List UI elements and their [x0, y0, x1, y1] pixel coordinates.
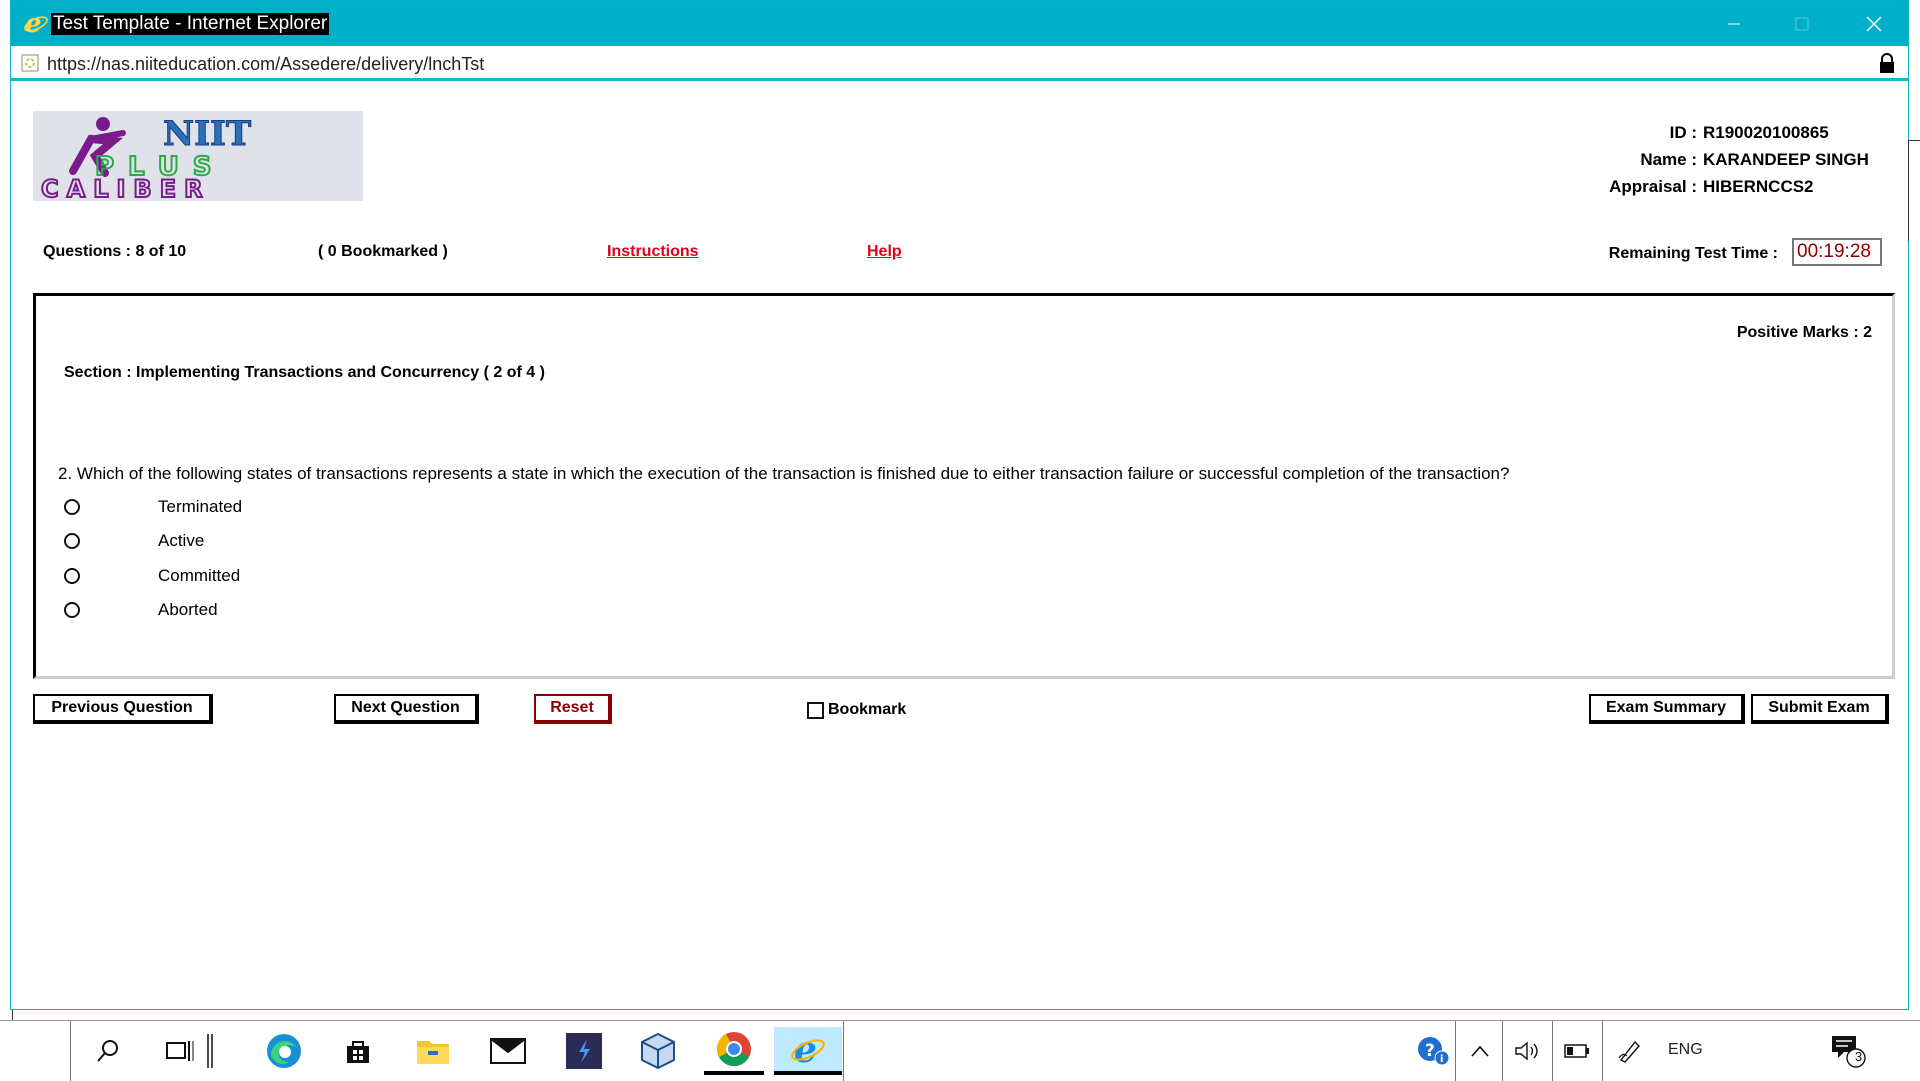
taskbar-separator	[70, 1021, 71, 1081]
speaker-icon	[1515, 1041, 1538, 1061]
internet-explorer-icon: e	[24, 10, 48, 36]
edge-browser-icon	[267, 1034, 301, 1068]
ie-window: e Test Template - Internet Explorer http…	[10, 0, 1909, 1010]
svg-text:CALIBER: CALIBER	[41, 175, 211, 201]
bookmarked-count: ( 0 Bookmarked )	[318, 243, 448, 260]
timer-label: Remaining Test Time :	[1608, 245, 1778, 262]
section-title: Section : Implementing Transactions and …	[64, 364, 545, 381]
candidate-info: ID : R190020100865 Name : KARANDEEP SINGH …	[1609, 119, 1878, 200]
taskbar-separator	[843, 1021, 844, 1081]
battery-icon	[1564, 1044, 1589, 1058]
option-active[interactable]: Active	[64, 526, 204, 556]
appraisal-value: HIBERNCCS2	[1703, 177, 1814, 196]
option-aborted[interactable]: Aborted	[64, 595, 218, 625]
tray-volume[interactable]	[1502, 1027, 1552, 1075]
niit-plus-caliber-logo: NIIT PLUS CALIBER	[33, 111, 363, 205]
positive-marks: Positive Marks : 2	[1736, 324, 1872, 341]
visual-studio-icon	[566, 1033, 602, 1069]
id-label: ID :	[1669, 123, 1697, 142]
address-bar[interactable]: https://nas.niiteducation.com/Assedere/d…	[11, 46, 1908, 81]
desktop-window-edge	[1908, 140, 1920, 241]
taskbar-divider	[200, 1027, 220, 1075]
option-label: Aborted	[158, 600, 218, 619]
taskbar-file-explorer[interactable]	[405, 1027, 461, 1075]
radio-button[interactable]	[64, 602, 80, 618]
taskbar-chrome[interactable]	[704, 1027, 764, 1075]
tray-battery[interactable]	[1552, 1027, 1602, 1075]
search-icon	[97, 1040, 118, 1062]
taskbar-mail[interactable]	[480, 1027, 536, 1075]
name-label: Name :	[1640, 150, 1697, 169]
name-value: KARANDEEP SINGH	[1703, 150, 1869, 169]
question-panel: Positive Marks : 2 Section : Implementin…	[33, 293, 1895, 679]
title-bar[interactable]: e Test Template - Internet Explorer	[11, 1, 1908, 46]
notification-count: 3	[1855, 1049, 1863, 1064]
help-info-icon: ? i	[1418, 1037, 1449, 1066]
question-text: 2. Which of the following states of tran…	[58, 464, 1510, 483]
window-title: Test Template - Internet Explorer	[51, 13, 330, 35]
pen-workspace-icon	[1618, 1040, 1640, 1063]
question-status-bar: Questions : 8 of 10 ( 0 Bookmarked ) Ins…	[11, 238, 1908, 271]
task-view-icon	[166, 1041, 194, 1061]
logo-graphic: NIIT PLUS CALIBER	[40, 114, 252, 205]
bookmark-toggle[interactable]: Bookmark	[807, 701, 906, 719]
taskbar-separator	[1455, 1021, 1456, 1081]
option-label: Active	[158, 531, 205, 550]
radio-button[interactable]	[64, 533, 80, 549]
maximize-button[interactable]	[1768, 1, 1836, 46]
close-icon	[1866, 16, 1882, 31]
instructions-link[interactable]: Instructions	[607, 243, 699, 261]
help-link[interactable]: Help	[867, 243, 902, 261]
store-icon	[347, 1041, 369, 1063]
taskbar: e ? i ENG 3	[0, 1020, 1920, 1081]
taskbar-visual-studio[interactable]	[556, 1027, 612, 1075]
remaining-time-field: 00:19:28	[1792, 238, 1882, 266]
taskbar-internet-explorer[interactable]: e	[774, 1027, 842, 1075]
tray-help[interactable]: ? i	[1405, 1027, 1461, 1075]
chevron-up-icon	[1471, 1045, 1489, 1057]
tray-pen[interactable]	[1605, 1027, 1655, 1075]
minimize-icon	[1728, 23, 1740, 24]
lock-icon[interactable]	[1878, 52, 1896, 74]
radio-button[interactable]	[64, 499, 80, 515]
mail-icon	[490, 1038, 526, 1064]
svg-text:?: ?	[1425, 1041, 1435, 1061]
divider-icon	[207, 1034, 213, 1068]
svg-text:NIIT: NIIT	[163, 114, 251, 154]
id-value: R190020100865	[1703, 123, 1829, 142]
taskbar-edge[interactable]	[256, 1027, 312, 1075]
option-label: Terminated	[158, 497, 243, 516]
minimize-button[interactable]	[1700, 1, 1768, 46]
option-committed[interactable]: Committed	[64, 561, 240, 591]
bookmark-label: Bookmark	[828, 701, 907, 718]
option-label: Committed	[158, 566, 241, 585]
svg-text:i: i	[1440, 1054, 1443, 1065]
taskbar-search[interactable]	[80, 1027, 136, 1075]
reset-button[interactable]: Reset	[534, 694, 612, 724]
taskbar-store[interactable]	[330, 1027, 386, 1075]
taskbar-separator	[1602, 1021, 1603, 1081]
previous-question-button[interactable]: Previous Question	[33, 694, 213, 724]
close-button[interactable]	[1840, 1, 1908, 46]
bookmark-checkbox[interactable]	[807, 701, 824, 719]
taskbar-virtualbox[interactable]	[630, 1027, 686, 1075]
input-language[interactable]: ENG	[1668, 1041, 1703, 1059]
maximize-icon	[1795, 17, 1809, 30]
radio-button[interactable]	[64, 568, 80, 584]
submit-exam-button[interactable]: Submit Exam	[1751, 694, 1889, 724]
url-text[interactable]: https://nas.niiteducation.com/Assedere/d…	[47, 54, 484, 75]
exam-summary-button[interactable]: Exam Summary	[1589, 694, 1745, 724]
chrome-icon	[717, 1032, 751, 1066]
internet-explorer-icon: e	[791, 1030, 825, 1068]
folder-icon	[417, 1041, 449, 1064]
next-question-button[interactable]: Next Question	[334, 694, 479, 724]
appraisal-label: Appraisal :	[1609, 177, 1697, 196]
virtualbox-icon	[641, 1032, 675, 1070]
tray-notifications[interactable]: 3	[1820, 1027, 1876, 1075]
option-terminated[interactable]: Terminated	[64, 492, 242, 522]
page-loading-icon	[21, 54, 39, 72]
question-counter: Questions : 8 of 10	[43, 243, 187, 260]
tray-overflow[interactable]	[1458, 1027, 1502, 1075]
